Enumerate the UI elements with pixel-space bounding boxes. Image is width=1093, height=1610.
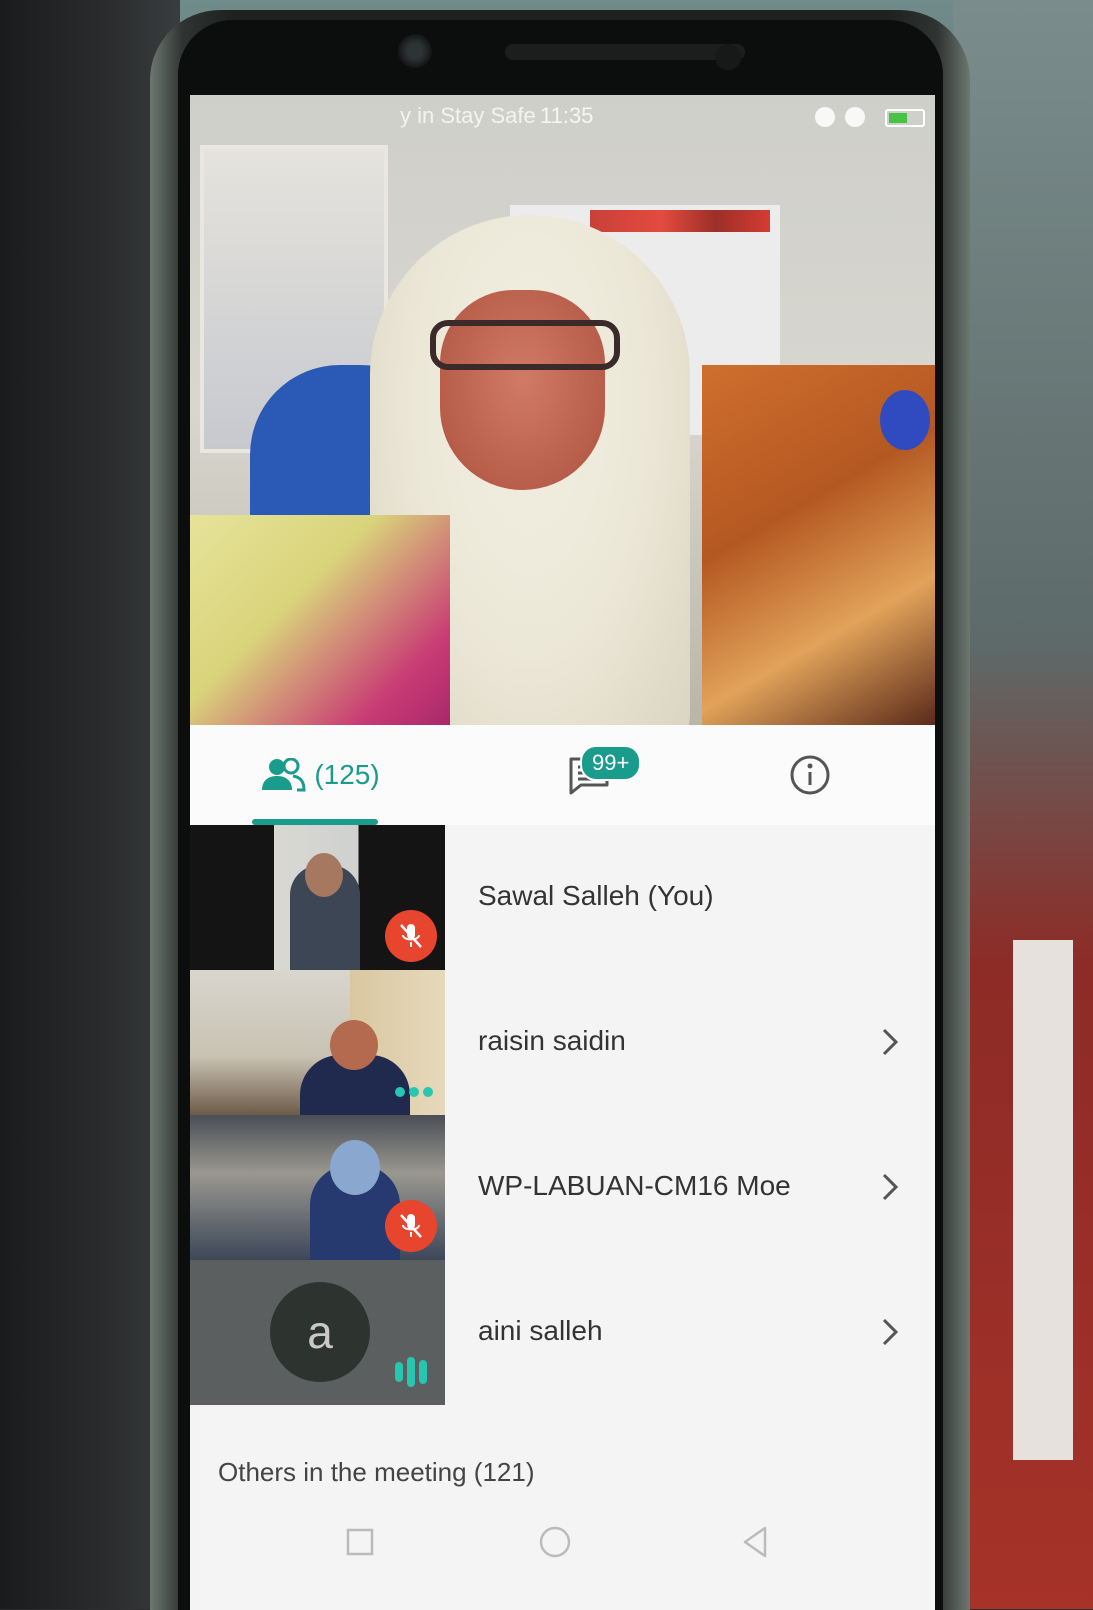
speaking-indicator-icon [395,1357,427,1387]
home-icon[interactable] [535,1522,575,1562]
participant-list: Sawal Salleh (You) raisin saidin WP-LABU… [190,825,935,1405]
participant-video-thumb [190,1115,445,1260]
back-icon[interactable] [735,1522,775,1562]
chevron-right-icon [882,1028,899,1056]
people-icon [262,758,306,792]
participant-row[interactable]: a aini salleh [190,1260,935,1405]
meeting-tabbar: (125) 99+ [190,725,935,826]
video-gift-bow [880,390,930,450]
status-time: 11:35 [540,103,594,128]
background-right-panel [1013,940,1073,1460]
avatar: a [270,1282,370,1382]
status-icons [815,107,925,129]
mic-muted-icon [385,1200,437,1252]
front-camera [398,34,432,68]
participant-row[interactable]: WP-LABUAN-CM16 Moe [190,1115,935,1260]
others-in-meeting-label[interactable]: Others in the meeting (121) [218,1457,535,1488]
battery-level [889,113,907,123]
android-nav-bar [190,1500,935,1610]
tab-info[interactable] [780,725,840,825]
participant-avatar-tile: a [190,1260,445,1405]
participant-name: WP-LABUAN-CM16 Moe [478,1170,791,1201]
status-bar: y in Stay Safe 11:35 [190,95,935,139]
mic-muted-icon [385,910,437,962]
proximity-sensor [715,44,741,70]
chevron-right-icon [882,1318,899,1346]
participant-name: raisin saidin [478,1025,626,1056]
alarm-icon [815,107,835,127]
chat-unread-badge: 99+ [580,745,642,781]
participants-count: (125) [314,759,380,790]
sync-icon [845,107,865,127]
participant-video-thumb [190,825,445,970]
tab-participants[interactable]: (125) [250,725,390,825]
participant-row[interactable]: Sawal Salleh (You) [190,825,935,970]
battery-icon [885,109,925,127]
participant-name: Sawal Salleh (You) [478,880,714,911]
video-floral-cloth [190,515,450,725]
info-icon [790,755,830,795]
phone-screen: y in Stay Safe 11:35 (125) 99+ Sawal Sal… [190,95,935,1610]
recents-icon[interactable] [340,1522,380,1562]
video-speaker-glasses [430,320,620,370]
main-speaker-video[interactable]: y in Stay Safe 11:35 [190,95,935,725]
more-options-icon [395,1087,433,1097]
video-red-strip [590,210,770,232]
participant-row[interactable]: raisin saidin [190,970,935,1115]
participant-name: aini salleh [478,1315,603,1346]
status-notification-text: y in Stay Safe [400,103,536,128]
participant-video-thumb [190,970,445,1115]
phone-speaker [505,44,745,60]
chevron-right-icon [882,1173,899,1201]
